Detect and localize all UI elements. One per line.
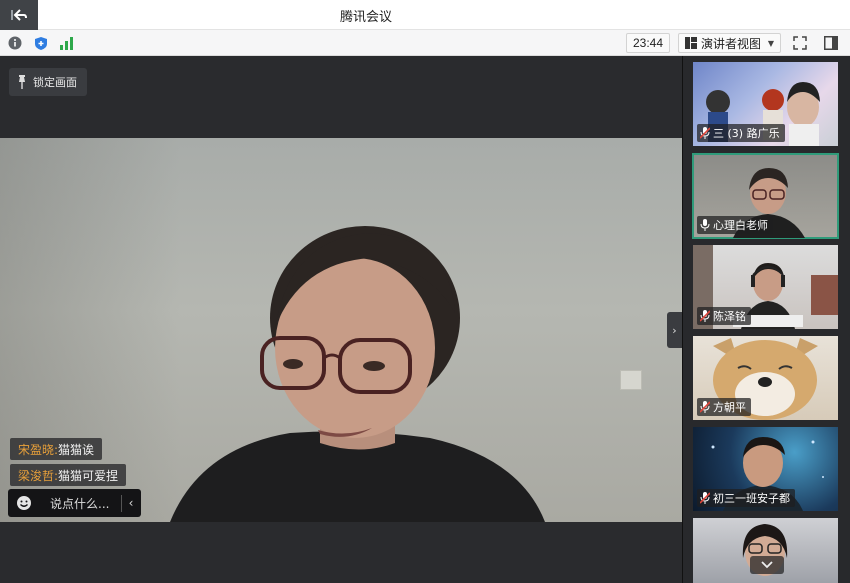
chevron-down-icon: ▼ [767,38,774,48]
sidebar-toggle-icon[interactable] [822,34,840,52]
chat-input-placeholder[interactable]: 说点什么... [40,494,122,512]
layout-icon [685,37,697,49]
shield-icon[interactable] [32,34,50,52]
participant-label: 陈泽铭 [697,307,751,325]
participant-tile[interactable]: 方朝平 [693,336,838,420]
info-icon[interactable] [6,34,24,52]
signal-icon[interactable] [58,34,76,52]
participant-tile[interactable]: 三 (3) 路广乐 [693,62,838,146]
mic-muted-icon [700,401,710,413]
participant-label: 三 (3) 路广乐 [697,124,785,142]
chevron-right-icon: › [672,323,677,337]
mic-icon [700,219,710,231]
chevron-left-icon[interactable]: ‹ [122,496,140,510]
chevron-down-icon [761,561,773,569]
meeting-timer: 23:44 [626,33,670,53]
chat-message: 梁浚哲: 猫猫可爱捏 [10,464,127,486]
chat-input[interactable]: 说点什么... ‹ [8,489,141,517]
participant-label: 初三一班安子都 [697,489,795,507]
chat-message: 宋盈晓: 猫猫诶 [10,438,103,460]
participant-label: 方朝平 [697,398,751,416]
participant-tile[interactable]: 初三一班安子都 [693,427,838,511]
scroll-down-button[interactable] [750,556,784,574]
mic-muted-icon [700,127,710,139]
view-mode-dropdown[interactable]: 演讲者视图 ▼ [678,33,781,53]
participant-tile[interactable]: 陈泽铭 [693,245,838,329]
participant-tile[interactable]: 心理白老师 [692,153,839,239]
lock-view-label: 锁定画面 [33,76,77,89]
main-stage: 锁定画面 宋盈晓: 猫猫诶 梁浚哲: 猫猫可爱捏 说点什么... ‹ › [0,56,682,583]
view-mode-label: 演讲者视图 [701,36,762,51]
collapse-sidebar-button[interactable]: › [667,312,682,348]
fullscreen-icon[interactable] [791,34,809,52]
mic-muted-icon [700,310,710,322]
title-bar: 腾讯会议 [0,0,850,30]
emoji-icon[interactable] [8,495,40,511]
pin-icon [19,75,25,89]
participant-label: 心理白老师 [697,216,773,234]
participant-sidebar[interactable]: 三 (3) 路广乐 心理白老师 陈泽铭 方朝平 初三一班安子都 [682,56,850,583]
lock-view-button[interactable]: 锁定画面 [9,68,87,96]
mic-muted-icon [700,492,710,504]
window-title: 腾讯会议 [340,10,393,25]
toolbar: 23:44 演讲者视图 ▼ [0,30,850,56]
